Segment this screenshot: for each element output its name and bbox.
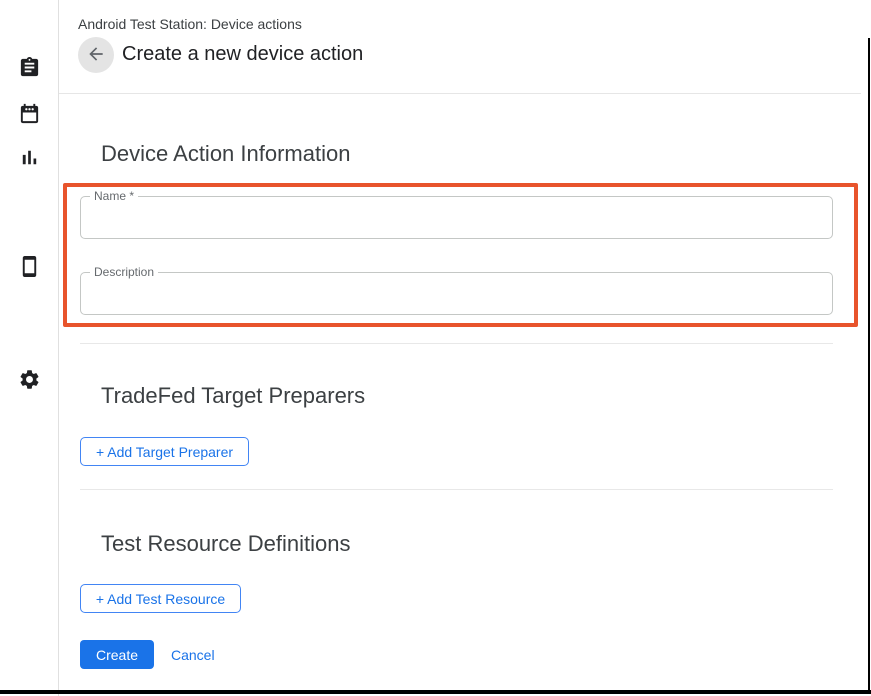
clipboard-icon <box>18 56 41 79</box>
description-input[interactable] <box>81 273 832 314</box>
gear-icon <box>18 368 41 391</box>
cancel-button[interactable]: Cancel <box>171 640 215 669</box>
sidebar-item-devices[interactable] <box>18 255 41 278</box>
smartphone-icon <box>18 255 41 278</box>
sidebar-item-test-suites[interactable] <box>18 56 41 79</box>
sidebar-item-test-results[interactable] <box>18 146 41 169</box>
app-window: Android Test Station: Device actions Cre… <box>0 0 871 696</box>
device-action-info-heading: Device Action Information <box>101 141 350 167</box>
calendar-icon <box>18 102 41 125</box>
test-resources-heading: Test Resource Definitions <box>101 531 350 557</box>
name-input[interactable] <box>81 197 832 238</box>
breadcrumb: Android Test Station: Device actions <box>78 16 302 32</box>
target-preparers-heading: TradeFed Target Preparers <box>101 383 365 409</box>
sidebar-item-test-plans[interactable] <box>18 102 41 125</box>
add-target-preparer-button[interactable]: + Add Target Preparer <box>80 437 249 466</box>
sidebar <box>0 0 59 696</box>
name-field: Name * <box>80 196 833 239</box>
arrow-back-icon <box>86 44 106 67</box>
create-button[interactable]: Create <box>80 640 154 669</box>
back-button[interactable] <box>78 37 114 73</box>
description-field: Description <box>80 272 833 315</box>
sidebar-item-settings[interactable] <box>18 368 41 391</box>
page-title: Create a new device action <box>122 43 363 66</box>
header-divider <box>59 93 861 94</box>
section-divider <box>80 489 833 490</box>
section-divider <box>80 343 833 344</box>
window-edge-right <box>868 38 870 694</box>
name-field-label: Name * <box>90 189 138 204</box>
description-field-label: Description <box>90 265 158 280</box>
bar-chart-icon <box>18 146 41 169</box>
window-edge-bottom <box>0 690 871 694</box>
add-test-resource-button[interactable]: + Add Test Resource <box>80 584 241 613</box>
